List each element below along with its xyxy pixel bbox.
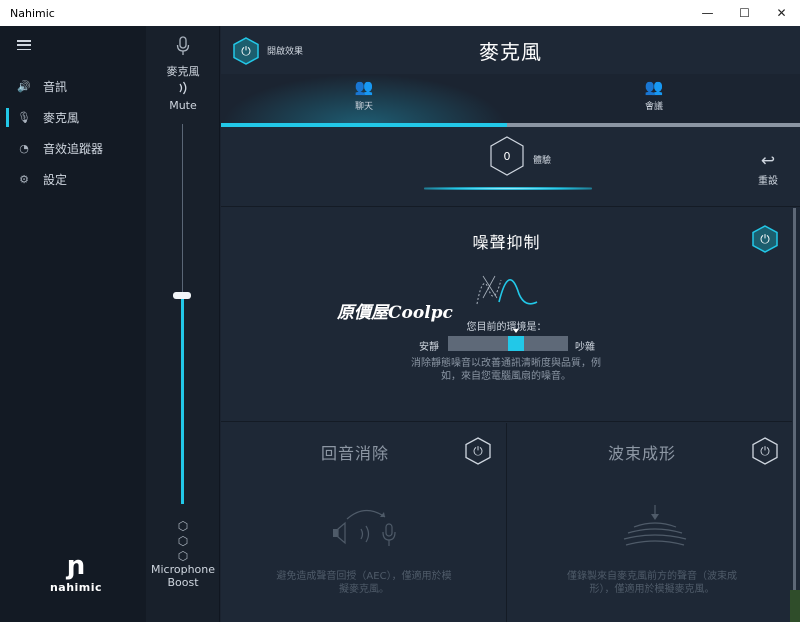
maximize-button[interactable]: ☐ — [726, 0, 763, 26]
window-title: Nahimic — [10, 6, 55, 20]
device-label: 麥克風 — [166, 65, 200, 78]
echo-cancellation-title: 回音消除 — [321, 444, 390, 463]
group-icon: 👥 — [644, 78, 664, 96]
reset-label: 重設 — [758, 176, 778, 187]
microphone-icon: 🎙 — [17, 111, 31, 124]
close-button[interactable]: ✕ — [763, 0, 800, 26]
sidebar-item-microphone[interactable]: 🎙 麥克風 — [0, 102, 146, 133]
boost-level-icon[interactable]: ⬡ ⬡ ⬡ — [176, 519, 190, 564]
echo-cancellation-card: 回音消除 ⏻ 避免造成聲音回授（AEC），僅適用於模擬麥克風。 — [221, 423, 507, 622]
page-title: 麥克風 — [479, 40, 542, 64]
noise-wave-icon — [476, 275, 538, 305]
volume-slider-thumb[interactable] — [173, 292, 191, 299]
beamforming-title: 波束成形 — [608, 444, 677, 463]
environment-caret-icon — [513, 329, 520, 333]
header: ⏻ 開啟效果 麥克風 — [221, 26, 800, 74]
preset-section: 0 體驗 ↩ 重設 — [221, 127, 800, 207]
undo-icon: ↩ — [760, 151, 776, 171]
beamforming-card: 波束成形 ⏻ 僅錄製來自麥克風前方的聲音（波束成形），僅適用於模擬麥克風。 — [508, 423, 792, 622]
sidebar-item-sound-tracker[interactable]: ◔ 音效追蹤器 — [0, 133, 146, 164]
sound-waves-icon — [179, 81, 187, 95]
noise-suppression-power-button[interactable]: ⏻ — [751, 225, 779, 253]
microphone-icon — [176, 36, 190, 55]
tab-chat[interactable]: 👥 聊天 — [221, 74, 507, 126]
beamforming-power-button[interactable]: ⏻ — [751, 437, 779, 465]
gear-icon: ⚙ — [19, 173, 29, 186]
preset-label: 體驗 — [533, 156, 552, 166]
power-icon: ⏻ — [760, 443, 770, 458]
beamforming-description: 僅錄製來自麥克風前方的聲音（波束成形），僅適用於模擬麥克風。 — [567, 571, 737, 595]
logo-mark-icon: ɲ — [66, 551, 86, 581]
beamforming-icon — [623, 505, 687, 546]
nahimic-logo: ɲ nahimic — [48, 553, 104, 594]
echo-icon — [333, 509, 396, 546]
sidebar: 🔊 音訊 🎙 麥克風 ◔ 音效追蹤器 ⚙ 設定 ɲ nahimic — [0, 26, 146, 622]
tracker-icon: ◔ — [19, 142, 29, 155]
main-panel: ⏻ 開啟效果 麥克風 👥 聊天 👥 會議 0 體驗 ↩ 重設 噪聲抑制 ⏻ 原價… — [221, 26, 800, 622]
speaker-icon: 🔊 — [17, 80, 31, 93]
sidebar-item-settings[interactable]: ⚙ 設定 — [0, 164, 146, 195]
noisy-label: 吵雜 — [575, 342, 595, 353]
sidebar-item-audio[interactable]: 🔊 音訊 — [0, 71, 146, 102]
boost-label-line2: Boost — [167, 576, 199, 589]
users-icon: 👥 — [354, 78, 374, 96]
volume-slider-fill — [181, 295, 184, 504]
desktop-edge — [790, 590, 800, 622]
scrollbar[interactable] — [793, 208, 796, 590]
experience-icon: 0 — [503, 149, 511, 163]
minimize-button[interactable]: — — [689, 0, 726, 26]
environment-label: 您目前的環境是： — [466, 322, 547, 333]
power-icon: ⏻ — [760, 231, 770, 246]
tab-bar: 👥 聊天 👥 會議 — [221, 74, 800, 126]
noise-suppression-description: 消除靜態噪音以改善通訊清晰度與品質，例如，來自您電腦風扇的噪音。 — [411, 358, 601, 382]
sidebar-item-label: 麥克風 — [43, 111, 80, 125]
sidebar-item-label: 音訊 — [43, 80, 68, 94]
sidebar-item-label: 設定 — [43, 173, 68, 187]
sidebar-item-label: 音效追蹤器 — [43, 142, 104, 156]
noise-suppression-card: 噪聲抑制 ⏻ 原價屋Coolpc 您目前的環境是： 安靜 吵雜 消除靜態噪音以改… — [221, 208, 792, 422]
boost-label-line1: Microphone — [150, 563, 216, 576]
logo-text: nahimic — [49, 581, 103, 594]
echo-cancellation-description: 避免造成聲音回授（AEC），僅適用於模擬麥克風。 — [276, 571, 452, 595]
volume-column: 麥克風 Mute ⬡ ⬡ ⬡ Microphone Boost — [146, 26, 220, 622]
reset-button[interactable]: ↩ 重設 — [753, 151, 783, 188]
tab-label: 聊天 — [354, 102, 373, 112]
title-bar: Nahimic — ☐ ✕ — [0, 0, 800, 26]
environment-level-indicator — [508, 336, 525, 351]
noise-suppression-title: 噪聲抑制 — [472, 233, 541, 252]
echo-cancellation-power-button[interactable]: ⏻ — [464, 437, 492, 465]
tab-meeting[interactable]: 👥 會議 — [508, 74, 800, 126]
hamburger-menu-icon[interactable] — [17, 40, 31, 51]
preset-experience-button[interactable]: 0 — [489, 136, 525, 176]
power-icon: ⏻ — [473, 443, 483, 458]
preset-glow — [424, 187, 592, 190]
sidebar-nav: 🔊 音訊 🎙 麥克風 ◔ 音效追蹤器 ⚙ 設定 — [0, 71, 146, 195]
quiet-label: 安靜 — [419, 342, 439, 353]
mute-button[interactable]: Mute — [146, 99, 220, 112]
environment-level-bar — [448, 329, 568, 351]
tab-label: 會議 — [644, 102, 663, 112]
